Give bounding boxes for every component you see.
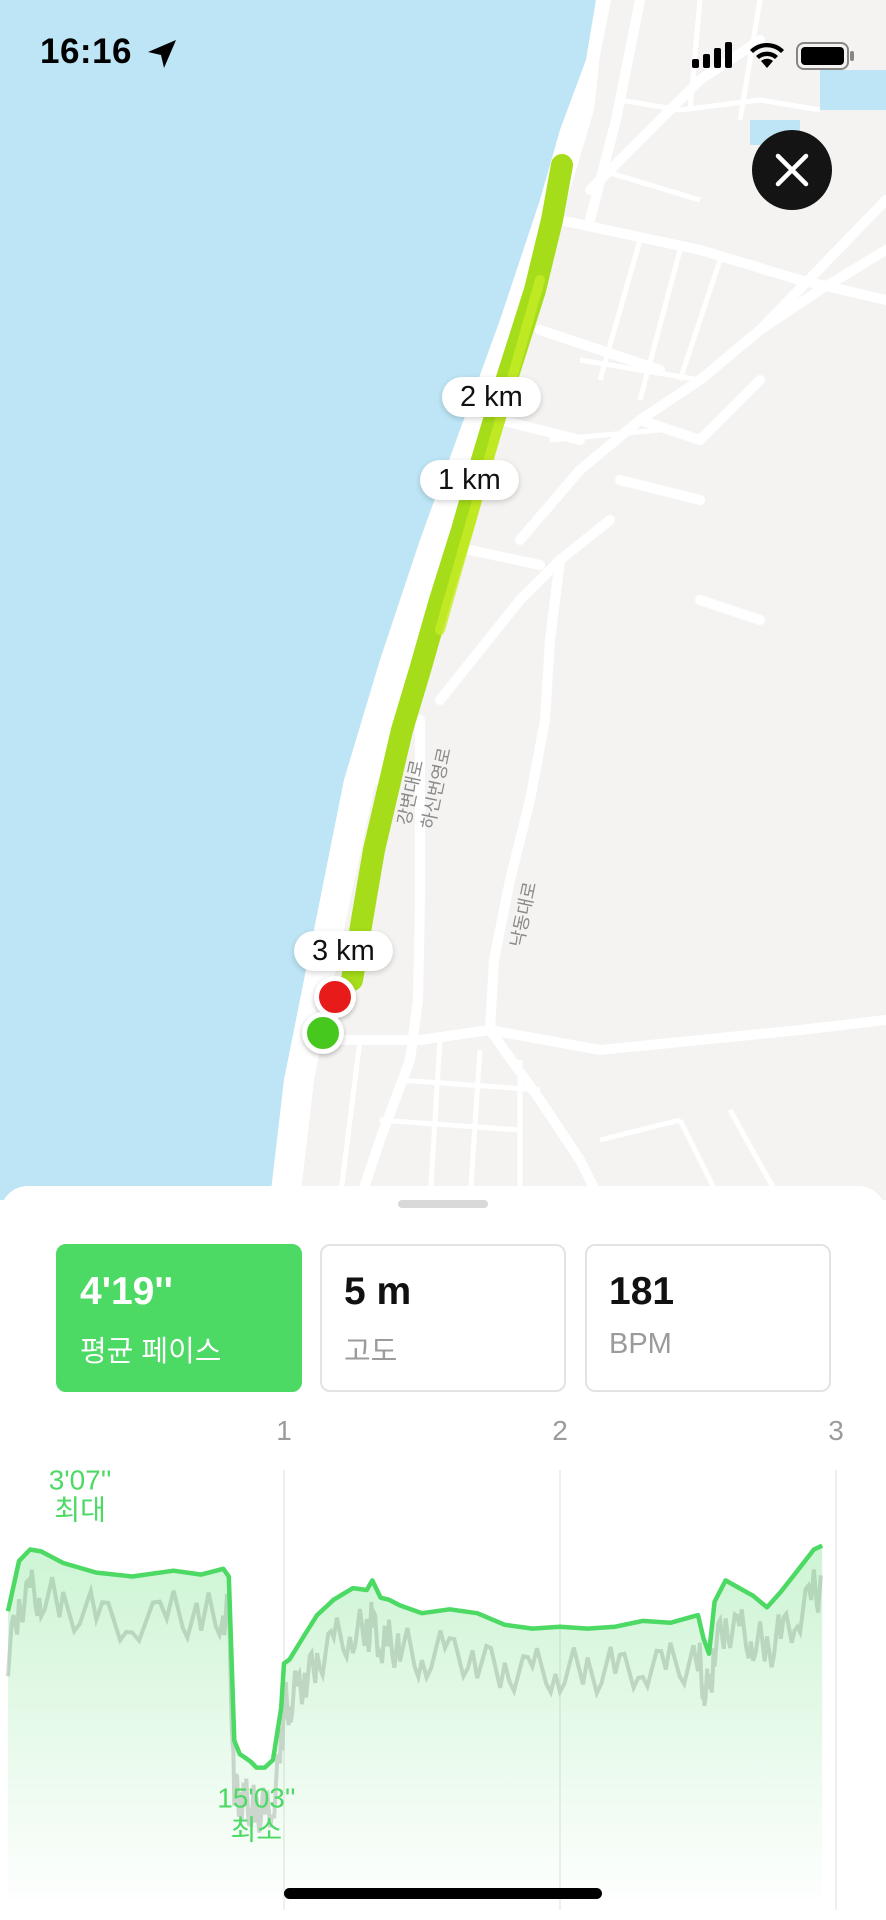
x-tick-label: 3 <box>828 1415 844 1446</box>
annotation-label: 최대 <box>54 1494 106 1525</box>
pace-chart[interactable]: 1 2 3 3'07''최대 15'03''최소 <box>0 1410 886 1910</box>
km-marker-1[interactable]: 1 km <box>420 460 519 500</box>
close-button[interactable] <box>752 130 832 210</box>
stat-value: 4'19'' <box>80 1270 173 1313</box>
km-marker-3[interactable]: 3 km <box>294 931 393 971</box>
close-icon <box>775 153 809 187</box>
stat-card-elevation[interactable]: 5 m 고도 <box>320 1244 566 1392</box>
annotation-value: 3'07'' <box>49 1464 112 1495</box>
chart-x-ticks: 1 2 3 <box>276 1415 844 1446</box>
status-bar: 16:16 <box>0 0 886 108</box>
km-marker-2[interactable]: 2 km <box>442 377 541 417</box>
location-arrow-icon <box>148 40 176 68</box>
sheet-grabber[interactable] <box>398 1200 488 1208</box>
home-indicator[interactable] <box>284 1888 602 1899</box>
stat-label: 평균 페이스 <box>80 1336 222 1368</box>
cellular-signal-icon <box>692 42 732 68</box>
x-tick-label: 2 <box>552 1415 568 1446</box>
stat-label: 고도 <box>344 1336 398 1368</box>
stat-card-pace[interactable]: 4'19'' 평균 페이스 <box>56 1244 302 1392</box>
stat-card-heart-rate[interactable]: 181 BPM <box>585 1244 831 1392</box>
start-pin[interactable] <box>302 1012 344 1054</box>
stat-value: 5 m <box>344 1270 412 1313</box>
workout-detail-sheet: 4'19'' 평균 페이스 5 m 고도 181 BPM 123 3'07'' 최… <box>0 1186 886 1920</box>
x-tick-label: 1 <box>276 1415 292 1446</box>
stat-value: 181 <box>609 1270 675 1313</box>
wifi-icon <box>750 42 784 68</box>
pace-area <box>8 1545 823 1910</box>
annotation-value: 15'03'' <box>217 1783 295 1814</box>
status-time: 16:16 <box>40 32 133 71</box>
stat-label: BPM <box>609 1328 672 1360</box>
battery-icon <box>796 42 854 70</box>
annotation-label: 최소 <box>231 1815 283 1846</box>
